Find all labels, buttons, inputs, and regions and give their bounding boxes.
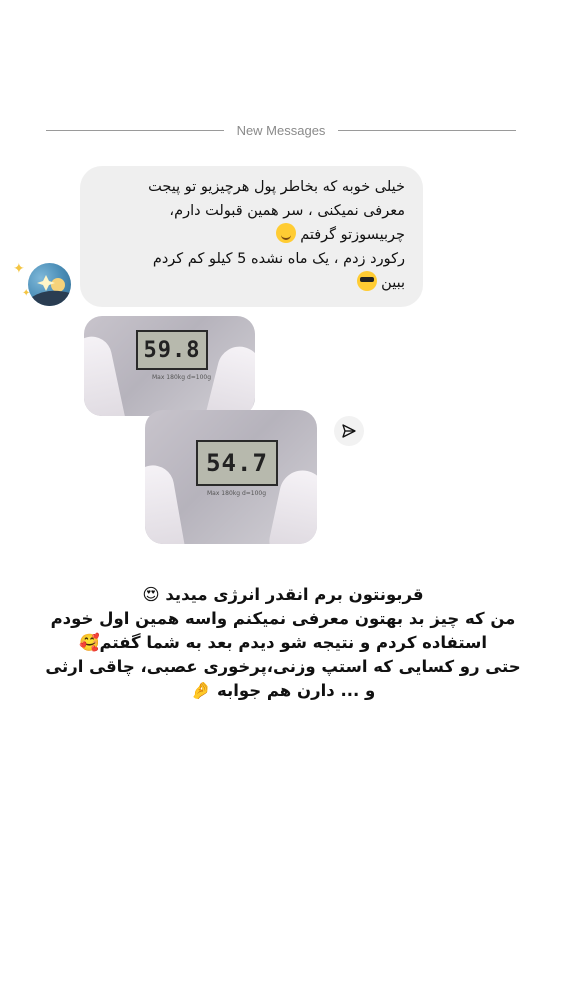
message-line: ببین [381,275,405,291]
message-line: رکورد زدم ، یک ماه نشده 5 کیلو کم کردم [152,250,405,267]
scale-spec-text: Max 180kg d=100g [207,490,267,497]
message-line: چربیسوزتو گرفتم [300,227,405,243]
message-bubble[interactable]: خیلی خوبه که بخاطر پول هرچیزیو تو پیجت م… [80,166,423,307]
caption-line-with-emoji: استفاده کردم و نتیجه شو دیدم بعد به شما … [28,631,538,655]
caption-line: من که چیز بد بهتون معرفی نمیکنم واسه همی… [50,609,516,628]
heart-eyes-emoji: 😍 [142,585,160,604]
caption-line: قربونتون برم انقدر انرژی میدید [165,585,424,604]
message-line-with-emoji: ببین [98,271,405,296]
pinched-fingers-emoji: 🤌 [190,681,212,700]
caption-line: حتی رو کسایی که استپ وزنی،پرخوری عصبی، چ… [45,657,521,676]
story-caption: قربونتون برم انقدر انرژی میدید 😍 من که چ… [28,583,538,703]
smiling-hearts-emoji: 🥰 [78,633,100,652]
message-line: خیلی خوبه که بخاطر پول هرچیزیو تو پیجت [148,179,405,195]
scale-spec-text: Max 180kg d=100g [152,374,212,381]
paper-plane-icon [342,424,356,438]
divider-line-right [338,129,516,131]
message-line: معرفی نمیکنی ، سر همین قبولت دارم، [169,202,405,219]
toe-shape [145,462,188,544]
toe-shape [84,332,128,416]
scale-photo-2[interactable]: 54.7 Max 180kg d=100g [145,410,317,544]
scale-photo-1[interactable]: 59.8 Max 180kg d=100g [84,316,255,416]
scale-display: 54.7 [196,440,278,486]
new-messages-label: New Messages [236,122,326,138]
new-messages-divider: New Messages [46,118,516,142]
relieved-face-emoji [275,223,296,243]
avatar-image [28,275,70,306]
caption-line-with-emoji: و ... دارن هم جوابه 🤌 [28,679,538,703]
share-button[interactable] [334,416,364,446]
divider-line-left [46,129,224,131]
caption-line: استفاده کردم و نتیجه شو دیدم بعد به شما … [99,633,488,652]
sparkle-icon: ✦ [13,261,25,277]
scale-display: 59.8 [136,330,208,370]
sunglasses-face-emoji [356,271,377,291]
sender-avatar[interactable] [28,263,71,306]
caption-line: و ... دارن هم جوابه [217,681,376,700]
message-line-with-emoji: چربیسوزتو گرفتم [98,223,405,248]
caption-line-with-emoji: قربونتون برم انقدر انرژی میدید 😍 [28,583,538,607]
